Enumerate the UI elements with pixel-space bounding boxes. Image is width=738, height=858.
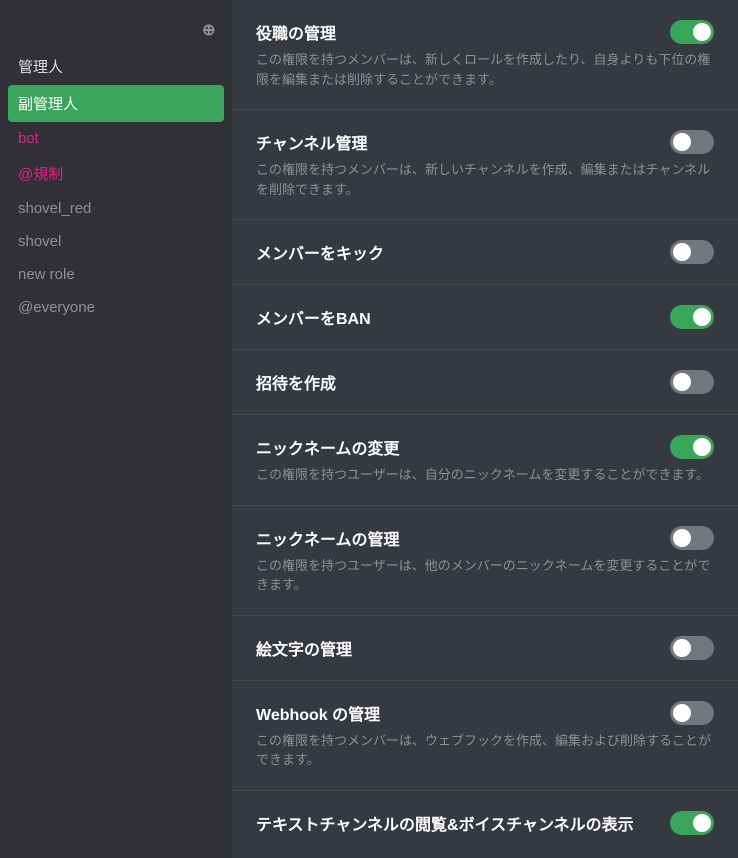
sidebar-item-@everyone[interactable]: @everyone (8, 291, 224, 324)
permission-item-5: ニックネームの変更この権限を持つユーザーは、自分のニックネームを変更することがで… (232, 415, 738, 506)
permission-header-2: メンバーをキック (256, 240, 714, 264)
permission-header-3: メンバーをBAN (256, 305, 714, 329)
permission-desc-0: この権限を持つメンバーは、新しくロールを作成したり、自身よりも下位の権限を編集ま… (256, 50, 714, 89)
toggle-knob-0 (693, 23, 711, 41)
sidebar-item-管理人[interactable]: 管理人 (8, 48, 224, 85)
permission-toggle-2[interactable] (670, 240, 714, 264)
main-content: 役職の管理この権限を持つメンバーは、新しくロールを作成したり、自身よりも下位の権… (232, 0, 738, 858)
permission-header-0: 役職の管理 (256, 20, 714, 44)
permission-toggle-1[interactable] (670, 130, 714, 154)
permission-toggle-0[interactable] (670, 20, 714, 44)
permission-toggle-9[interactable] (670, 811, 714, 835)
sidebar-item-new role[interactable]: new role (8, 258, 224, 291)
permissions-list: 役職の管理この権限を持つメンバーは、新しくロールを作成したり、自身よりも下位の権… (232, 0, 738, 855)
sidebar-roles: 管理人副管理人bot@規制shovel_redshovelnew role@ev… (8, 48, 224, 324)
permission-header-4: 招待を作成 (256, 370, 714, 394)
permission-item-7: 絵文字の管理 (232, 616, 738, 681)
toggle-knob-1 (673, 133, 691, 151)
permission-desc-8: この権限を持つメンバーは、ウェブフックを作成、編集および削除することができます。 (256, 731, 714, 770)
permission-item-9: テキストチャンネルの閲覧&ボイスチャンネルの表示 (232, 791, 738, 855)
permission-toggle-5[interactable] (670, 435, 714, 459)
add-role-icon[interactable]: ⊕ (202, 20, 216, 40)
permission-header-7: 絵文字の管理 (256, 636, 714, 660)
permission-item-4: 招待を作成 (232, 350, 738, 415)
sidebar: ⊕ 管理人副管理人bot@規制shovel_redshovelnew role@… (0, 0, 232, 858)
permission-name-4: 招待を作成 (256, 370, 336, 394)
permission-toggle-3[interactable] (670, 305, 714, 329)
permission-desc-6: この権限を持つユーザーは、他のメンバーのニックネームを変更することができます。 (256, 556, 714, 595)
sidebar-item-shovel[interactable]: shovel (8, 225, 224, 258)
permission-name-6: ニックネームの管理 (256, 526, 400, 550)
permission-name-9: テキストチャンネルの閲覧&ボイスチャンネルの表示 (256, 811, 634, 835)
toggle-knob-6 (673, 529, 691, 547)
sidebar-item-副管理人[interactable]: 副管理人 (8, 85, 224, 122)
toggle-knob-3 (693, 308, 711, 326)
permission-toggle-6[interactable] (670, 526, 714, 550)
toggle-knob-2 (673, 243, 691, 261)
permission-item-8: Webhook の管理この権限を持つメンバーは、ウェブフックを作成、編集および削… (232, 681, 738, 791)
toggle-knob-9 (693, 814, 711, 832)
permission-desc-1: この権限を持つメンバーは、新しいチャンネルを作成、編集またはチャンネルを削除でき… (256, 160, 714, 199)
sidebar-item-shovel_red[interactable]: shovel_red (8, 192, 224, 225)
permission-header-6: ニックネームの管理 (256, 526, 714, 550)
permission-name-5: ニックネームの変更 (256, 435, 400, 459)
permission-toggle-8[interactable] (670, 701, 714, 725)
permission-toggle-4[interactable] (670, 370, 714, 394)
toggle-knob-8 (673, 704, 691, 722)
permission-name-2: メンバーをキック (256, 240, 384, 264)
permission-header-8: Webhook の管理 (256, 701, 714, 725)
sidebar-section-header: ⊕ (8, 16, 224, 44)
toggle-knob-7 (673, 639, 691, 657)
permission-header-1: チャンネル管理 (256, 130, 714, 154)
permission-item-3: メンバーをBAN (232, 285, 738, 350)
permission-item-6: ニックネームの管理この権限を持つユーザーは、他のメンバーのニックネームを変更する… (232, 506, 738, 616)
permission-item-1: チャンネル管理この権限を持つメンバーは、新しいチャンネルを作成、編集またはチャン… (232, 110, 738, 220)
permission-name-8: Webhook の管理 (256, 701, 380, 725)
sidebar-item-@規制[interactable]: @規制 (8, 155, 224, 192)
permission-desc-5: この権限を持つユーザーは、自分のニックネームを変更することができます。 (256, 465, 714, 485)
permission-item-2: メンバーをキック (232, 220, 738, 285)
permission-item-0: 役職の管理この権限を持つメンバーは、新しくロールを作成したり、自身よりも下位の権… (232, 0, 738, 110)
permission-name-0: 役職の管理 (256, 20, 336, 44)
sidebar-item-bot[interactable]: bot (8, 122, 224, 155)
permission-name-3: メンバーをBAN (256, 305, 371, 329)
permission-name-1: チャンネル管理 (256, 130, 368, 154)
permission-name-7: 絵文字の管理 (256, 636, 352, 660)
permission-header-5: ニックネームの変更 (256, 435, 714, 459)
toggle-knob-5 (693, 438, 711, 456)
permission-header-9: テキストチャンネルの閲覧&ボイスチャンネルの表示 (256, 811, 714, 835)
permission-toggle-7[interactable] (670, 636, 714, 660)
toggle-knob-4 (673, 373, 691, 391)
